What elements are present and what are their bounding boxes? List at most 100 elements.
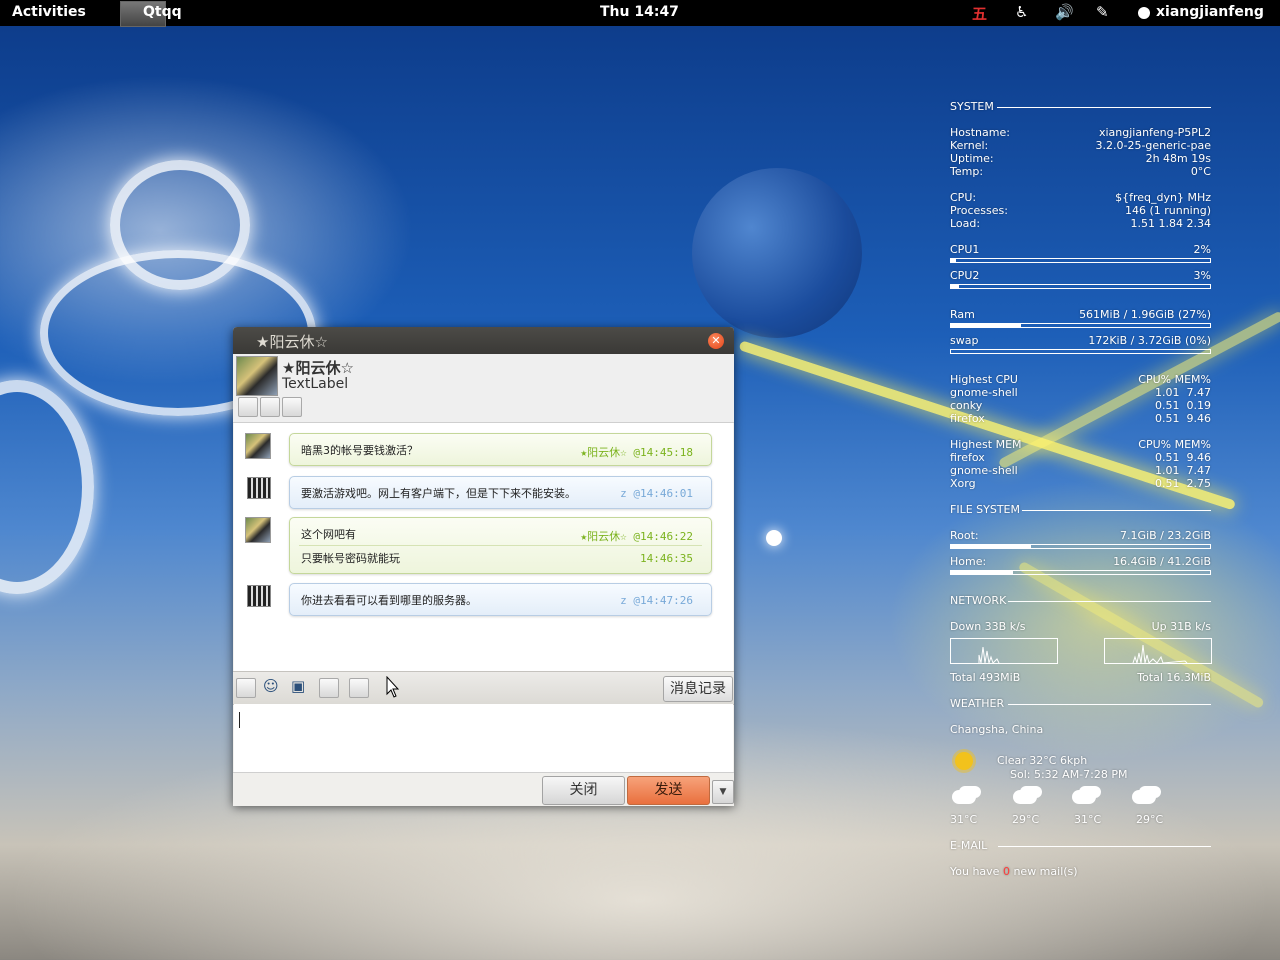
- load-label: Load:: [950, 217, 981, 230]
- message-bubble: 这个网吧有 ★阳云休☆ @14:46:22 只要帐号密码就能玩 14:46:35: [289, 517, 712, 574]
- swap-value: 172KiB / 3.72GiB (0%): [1088, 334, 1211, 347]
- network-icon[interactable]: ✎: [1096, 3, 1109, 21]
- image-icon[interactable]: ▣: [291, 677, 305, 695]
- top-cpu-values: 0.51 0.19: [1155, 399, 1211, 412]
- wallpaper-beam: [1017, 560, 1265, 710]
- accessibility-icon[interactable]: ♿: [1015, 3, 1028, 21]
- smiley-icon[interactable]: ☺: [263, 677, 279, 695]
- top-panel: Activities Qtqq Thu 14:47 五 ♿ 🔊 ✎ xiangj…: [0, 0, 1280, 27]
- avatar: [245, 433, 271, 459]
- top-cpu-process: gnome-shell: [950, 386, 1018, 399]
- cpu2-bar-fill: [951, 285, 959, 288]
- top-mem-process: firefox: [950, 451, 985, 464]
- top-mem-header: Highest MEM: [950, 438, 1022, 451]
- window-footer: 关闭 发送 ▼: [233, 772, 734, 806]
- home-value: 16.4GiB / 41.2GiB: [1113, 555, 1211, 568]
- temp-value: 0°C: [1190, 165, 1211, 178]
- net-up-graph-lines: [1132, 644, 1188, 665]
- processes-value: 146 (1 running): [1124, 204, 1211, 217]
- user-menu[interactable]: xiangjianfeng: [1156, 4, 1264, 20]
- top-mem-process: Xorg: [950, 477, 976, 490]
- contact-name: ★阳云休☆: [282, 359, 354, 377]
- kernel-label: Kernel:: [950, 139, 989, 152]
- message-text: 你进去看看可以看到哪里的服务器。: [301, 594, 477, 607]
- rain-cloud-icon: [1072, 790, 1096, 804]
- uptime-label: Uptime:: [950, 152, 994, 165]
- contact-status-label: TextLabel: [282, 376, 349, 392]
- sun-icon: [955, 752, 973, 770]
- home-label: Home:: [950, 555, 987, 568]
- top-mem-values: 1.01 7.47: [1155, 464, 1211, 477]
- mouse-pointer-icon: [386, 676, 400, 698]
- header-tool-button[interactable]: [238, 397, 258, 417]
- top-mem-columns: CPU% MEM%: [1138, 438, 1211, 451]
- forecast-temp: 31°C: [1074, 813, 1102, 826]
- message-time: 14:46:35: [640, 552, 693, 565]
- toolbar-button[interactable]: [319, 678, 339, 698]
- hostname-label: Hostname:: [950, 126, 1010, 139]
- history-button[interactable]: 消息记录: [663, 676, 733, 702]
- net-down-label: Down 33B k/s: [950, 620, 1026, 633]
- message-time: z @14:47:26: [620, 594, 693, 607]
- ram-bar: [950, 323, 1211, 328]
- activities-button[interactable]: Activities: [12, 4, 86, 20]
- cpu2-value: 3%: [1193, 269, 1211, 282]
- cpu-label: CPU:: [950, 191, 977, 204]
- wallpaper-swirl: [0, 380, 94, 594]
- message-text: 要激活游戏吧。网上有客户端下，但是下下来不能安装。: [301, 487, 576, 500]
- message-time: ★阳云休☆ @14:45:18: [580, 446, 693, 459]
- net-up-graph: [1104, 638, 1212, 665]
- header-tool-button[interactable]: [282, 397, 302, 417]
- toolbar-button[interactable]: [349, 678, 369, 698]
- avatar: [247, 477, 271, 499]
- message-text: 只要帐号密码就能玩: [301, 552, 400, 565]
- send-button[interactable]: 发送: [627, 776, 710, 805]
- root-label: Root:: [950, 529, 979, 542]
- divider: [998, 846, 1211, 847]
- message-text: 暗黑3的帐号要钱激活？: [301, 444, 418, 457]
- net-down-graph: [950, 638, 1058, 664]
- message-input[interactable]: [234, 704, 733, 772]
- message-area[interactable]: 暗黑3的帐号要钱激活？ ★阳云休☆ @14:45:18 要激活游戏吧。网上有客户…: [234, 423, 733, 671]
- top-cpu-process: conky: [950, 399, 983, 412]
- load-value: 1.51 1.84 2.34: [1130, 217, 1211, 230]
- send-options-dropdown[interactable]: ▼: [712, 780, 734, 804]
- app-menu-label[interactable]: Qtqq: [143, 4, 182, 20]
- home-bar: [950, 570, 1211, 575]
- cpu-value: ${freq_dyn} MHz: [1115, 191, 1211, 204]
- section-title-system: SYSTEM: [950, 100, 994, 113]
- temp-label: Temp:: [950, 165, 984, 178]
- wallpaper-glow: [766, 530, 782, 546]
- cpu1-bar: [950, 258, 1211, 263]
- divider: [1008, 601, 1211, 602]
- rain-cloud-icon: [1132, 790, 1156, 804]
- clock[interactable]: Thu 14:47: [600, 4, 679, 20]
- email-count: 0: [1002, 865, 1010, 878]
- font-button[interactable]: [236, 678, 256, 698]
- window-titlebar[interactable]: ★阳云休☆ ✕: [233, 327, 734, 354]
- contact-avatar[interactable]: [236, 356, 278, 396]
- root-value: 7.1GiB / 23.2GiB: [1120, 529, 1211, 542]
- root-bar-fill: [951, 545, 1032, 548]
- forecast-temp: 31°C: [950, 813, 978, 826]
- weather-sun-times: Sol: 5:32 AM-7:28 PM: [1010, 768, 1128, 781]
- net-up-label: Up 31B k/s: [1151, 620, 1211, 633]
- top-cpu-values: 1.01 7.47: [1155, 386, 1211, 399]
- window-title: ★阳云休☆: [256, 333, 328, 351]
- email-prefix: You have: [950, 865, 1003, 878]
- close-icon[interactable]: ✕: [708, 333, 724, 349]
- message-text: 这个网吧有: [301, 528, 356, 541]
- header-tool-button[interactable]: [260, 397, 280, 417]
- user-status-icon[interactable]: [1138, 7, 1150, 19]
- avatar: [247, 585, 271, 607]
- input-method-indicator[interactable]: 五: [972, 3, 987, 24]
- section-title-email: E-MAIL: [950, 839, 988, 852]
- message-time: z @14:46:01: [620, 487, 693, 500]
- volume-icon[interactable]: 🔊: [1055, 3, 1074, 21]
- cpu2-label: CPU2: [950, 269, 980, 282]
- top-cpu-values: 0.51 9.46: [1155, 412, 1211, 425]
- ram-value: 561MiB / 1.96GiB (27%): [1079, 308, 1211, 321]
- top-cpu-process: firefox: [950, 412, 985, 425]
- close-button[interactable]: 关闭: [542, 776, 625, 805]
- top-mem-values: 0.51 2.75: [1155, 477, 1211, 490]
